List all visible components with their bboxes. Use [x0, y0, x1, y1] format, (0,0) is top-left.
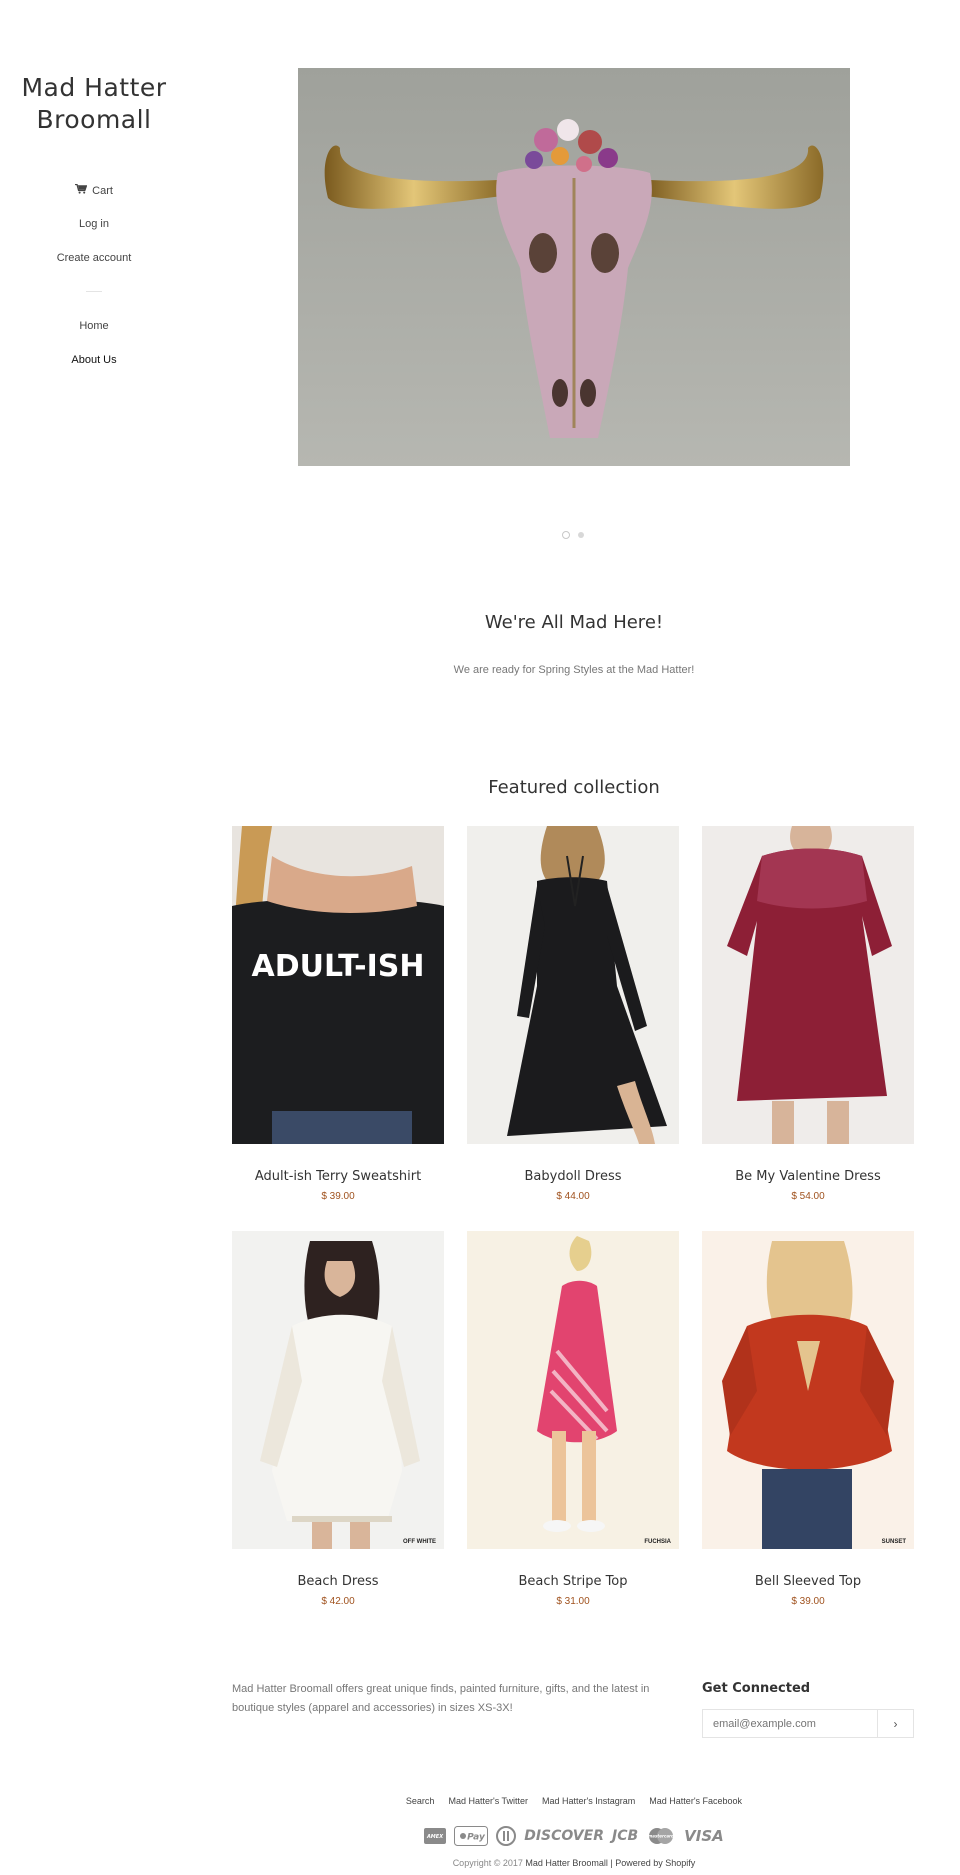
cart-link[interactable]: Cart [0, 183, 188, 197]
chevron-right-icon: › [893, 1716, 898, 1731]
powered-by-shopify-link[interactable]: | Powered by Shopify [610, 1858, 695, 1868]
product-image[interactable]: ADULT-ISH [232, 826, 444, 1144]
nav-divider [86, 291, 102, 292]
product-title[interactable]: Beach Dress [232, 1574, 444, 1589]
product-price: $ 39.00 [321, 1191, 355, 1202]
product-price: $ 54.00 [791, 1191, 825, 1202]
product-title[interactable]: Adult-ish Terry Sweatshirt [232, 1169, 444, 1184]
mastercard-icon: mastercard [646, 1826, 676, 1846]
product-card[interactable]: Be My Valentine Dress $ 54.00 [702, 826, 914, 1202]
diners-club-icon [496, 1826, 517, 1846]
login-link[interactable]: Log in [0, 218, 188, 230]
product-title[interactable]: Bell Sleeved Top [702, 1574, 914, 1589]
amex-icon-text: AMEX [426, 1834, 444, 1840]
product-card[interactable]: OFF WHITE Beach Dress $ 42.00 [232, 1231, 444, 1607]
product-image[interactable] [702, 826, 914, 1144]
featured-collection-heading: Featured collection [488, 777, 660, 798]
create-account-link[interactable]: Create account [0, 252, 188, 264]
mastercard-icon-text: mastercard [648, 1834, 674, 1839]
product-image[interactable]: OFF WHITE [232, 1231, 444, 1549]
footer-about-text: Mad Hatter Broomall offers great unique … [232, 1683, 650, 1714]
jcb-icon: JCB [612, 1828, 639, 1844]
product-image-tag: OFF WHITE [403, 1539, 436, 1545]
nav-item-about-us[interactable]: About Us [0, 354, 188, 366]
product-card[interactable]: Babydoll Dress $ 44.00 [467, 826, 679, 1202]
newsletter-submit-button[interactable]: › [877, 1710, 913, 1737]
amex-icon: AMEX [424, 1826, 447, 1846]
slide-dot-1[interactable] [562, 531, 570, 539]
newsletter-form: › [702, 1709, 914, 1738]
product-image-tag: SUNSET [882, 1539, 907, 1545]
apple-pay-icon: Pay [454, 1826, 489, 1846]
product-title[interactable]: Babydoll Dress [467, 1169, 679, 1184]
footer-link-twitter[interactable]: Mad Hatter's Twitter [448, 1796, 528, 1806]
product-title[interactable]: Beach Stripe Top [467, 1574, 679, 1589]
visa-icon: VISA [684, 1827, 724, 1845]
product-title[interactable]: Be My Valentine Dress [702, 1169, 914, 1184]
cart-icon [75, 183, 90, 197]
product-image-tag: FUCHSIA [644, 1539, 671, 1545]
product-card[interactable]: SUNSET Bell Sleeved Top $ 39.00 [702, 1231, 914, 1607]
rich-text-heading: We're All Mad Here! [484, 612, 664, 633]
nav-item-home[interactable]: Home [0, 320, 188, 332]
newsletter-heading: Get Connected [702, 1681, 811, 1696]
product-image[interactable]: SUNSET [702, 1231, 914, 1549]
site-title[interactable]: Mad Hatter Broomall [0, 72, 188, 136]
product-image-print: ADULT-ISH [251, 949, 424, 984]
slideshow-dots [562, 531, 584, 539]
footer-link-facebook[interactable]: Mad Hatter's Facebook [649, 1796, 742, 1806]
product-price: $ 39.00 [791, 1596, 825, 1607]
footer-link-search[interactable]: Search [406, 1796, 435, 1806]
footer-link-instagram[interactable]: Mad Hatter's Instagram [542, 1796, 635, 1806]
footer-links: Search Mad Hatter's Twitter Mad Hatter's… [232, 1796, 916, 1806]
newsletter-email-input[interactable] [703, 1710, 877, 1737]
copyright: Copyright © 2017 Mad Hatter Broomall | P… [232, 1858, 916, 1868]
copyright-shop-link[interactable]: Mad Hatter Broomall [525, 1858, 608, 1868]
slide-dot-2[interactable] [578, 532, 584, 538]
rich-text-body: We are ready for Spring Styles at the Ma… [453, 664, 695, 676]
copyright-prefix: Copyright © 2017 [452, 1858, 523, 1868]
apple-pay-icon-text: Pay [467, 1833, 486, 1843]
payment-icons: AMEX Pay DISCOVER JCB mastercard VISA [232, 1826, 916, 1846]
product-price: $ 44.00 [556, 1191, 590, 1202]
product-price: $ 42.00 [321, 1596, 355, 1607]
product-image[interactable]: FUCHSIA [467, 1231, 679, 1549]
hero-slide-image[interactable] [298, 68, 850, 466]
product-card[interactable]: FUCHSIA Beach Stripe Top $ 31.00 [467, 1231, 679, 1607]
discover-icon: DISCOVER [524, 1828, 604, 1844]
product-price: $ 31.00 [556, 1596, 590, 1607]
product-card[interactable]: ADULT-ISH Adult-ish Terry Sweatshirt $ 3… [232, 826, 444, 1202]
cart-label: Cart [92, 185, 113, 197]
product-image[interactable] [467, 826, 679, 1144]
